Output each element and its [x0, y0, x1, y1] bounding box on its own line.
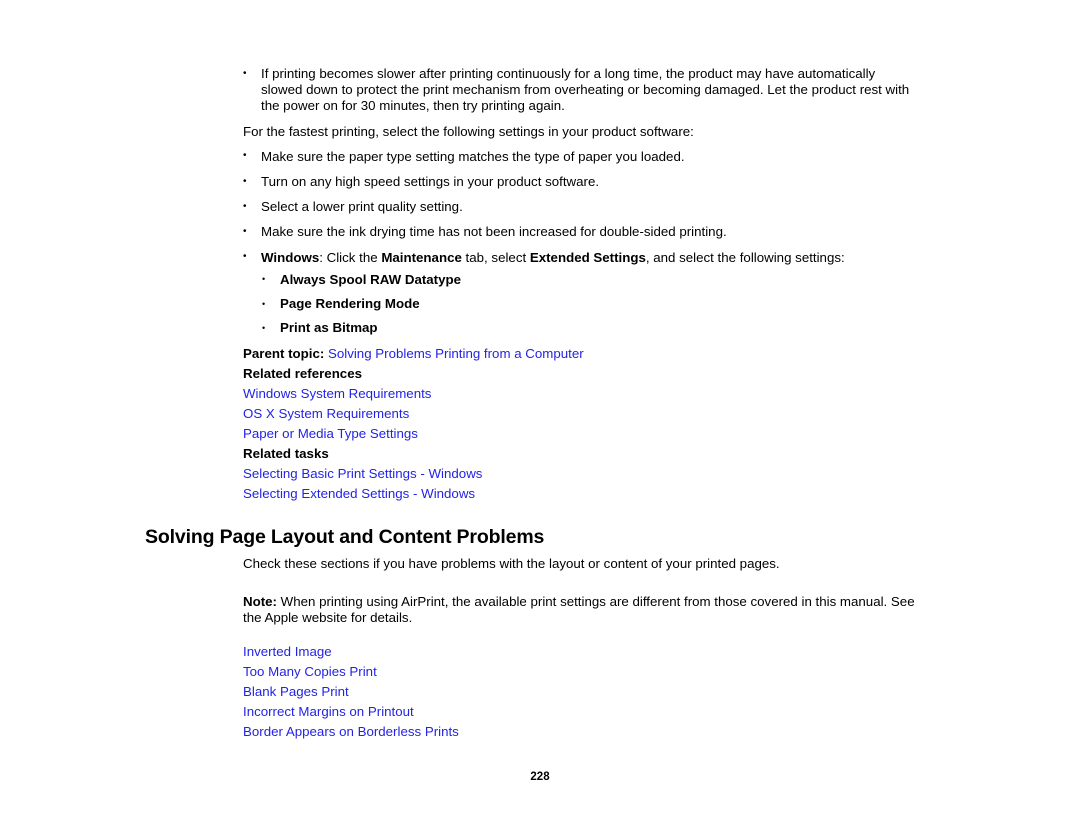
airprint-note: Note: When printing using AirPrint, the … — [243, 594, 915, 626]
page-number: 228 — [530, 771, 550, 783]
subtopic-link-incorrect-margins-on-printout[interactable]: Incorrect Margins on Printout — [243, 702, 414, 722]
list-item: Page Rendering Mode — [262, 296, 915, 312]
bullet-text: Make sure the paper type setting matches… — [261, 148, 685, 164]
windows-text-2: tab, select — [461, 249, 530, 265]
bullet-text: Page Rendering Mode — [280, 296, 420, 312]
list-item: If printing becomes slower after printin… — [243, 66, 915, 115]
related-reference-link-2[interactable]: OS X System Requirements — [243, 404, 409, 424]
subtopic-link-border-appears-on-borderless-prints[interactable]: Border Appears on Borderless Prints — [243, 722, 459, 742]
list-item: Turn on any high speed settings in your … — [243, 174, 915, 190]
related-task-link-1[interactable]: Selecting Basic Print Settings - Windows — [243, 464, 482, 484]
page-title: Solving Page Layout and Content Problems — [145, 526, 545, 548]
fastest-printing-bullet-list: Make sure the paper type setting matches… — [243, 148, 915, 266]
chapter-intro-section: Check these sections if you have problem… — [243, 556, 915, 627]
bullet-text: Always Spool RAW Datatype — [280, 271, 462, 287]
list-item-windows: Windows: Click the Maintenance tab, sele… — [243, 249, 915, 266]
maintenance-tab-label: Maintenance — [381, 249, 462, 265]
bullet-text: If printing becomes slower after printin… — [261, 66, 910, 114]
slow-printing-bullet-list: If printing becomes slower after printin… — [243, 66, 915, 115]
parent-topic-label: Parent topic: — [243, 346, 325, 361]
parent-topic-link[interactable]: Solving Problems Printing from a Compute… — [328, 346, 584, 361]
bullet-text: Print as Bitmap — [280, 320, 378, 336]
note-label: Note: — [243, 594, 277, 610]
extended-settings-sub-list: Always Spool RAW Datatype Page Rendering… — [262, 271, 915, 337]
bullet-text: Make sure the ink drying time has not be… — [261, 224, 727, 240]
related-reference-link-1[interactable]: Windows System Requirements — [243, 384, 431, 404]
related-reference-link-3[interactable]: Paper or Media Type Settings — [243, 424, 418, 444]
list-item: Select a lower print quality setting. — [243, 199, 915, 215]
cross-reference-section: Parent topic: Solving Problems Printing … — [243, 344, 915, 504]
bullet-text: Turn on any high speed settings in your … — [261, 174, 600, 190]
subtopic-link-list: Inverted Image Too Many Copies Print Bla… — [243, 642, 915, 742]
windows-text-3: , and select the following settings: — [645, 249, 845, 265]
chapter-intro-paragraph: Check these sections if you have problem… — [243, 556, 780, 571]
subtopic-link-too-many-copies-print[interactable]: Too Many Copies Print — [243, 662, 377, 682]
list-item: Always Spool RAW Datatype — [262, 271, 915, 288]
windows-label: Windows — [261, 249, 320, 265]
windows-text-1: : Click the — [319, 249, 382, 265]
related-tasks-heading: Related tasks — [243, 446, 329, 461]
list-item: Make sure the paper type setting matches… — [243, 148, 915, 165]
printing-speed-tips-section: If printing becomes slower after printin… — [243, 66, 915, 337]
parent-topic: Parent topic: Solving Problems Printing … — [243, 344, 915, 364]
subtopic-link-blank-pages-print[interactable]: Blank Pages Print — [243, 682, 349, 702]
document-page: If printing becomes slower after printin… — [0, 0, 1080, 834]
related-task-link-2[interactable]: Selecting Extended Settings - Windows — [243, 484, 475, 504]
note-text: When printing using AirPrint, the availa… — [243, 594, 915, 626]
list-item: Print as Bitmap — [262, 320, 915, 336]
related-references-heading: Related references — [243, 366, 362, 381]
bullet-text: Select a lower print quality setting. — [261, 199, 463, 215]
extended-settings-label: Extended Settings — [529, 249, 646, 265]
list-item: Make sure the ink drying time has not be… — [243, 224, 915, 240]
fastest-printing-intro: For the fastest printing, select the fol… — [243, 123, 694, 139]
subtopic-link-inverted-image[interactable]: Inverted Image — [243, 642, 332, 662]
